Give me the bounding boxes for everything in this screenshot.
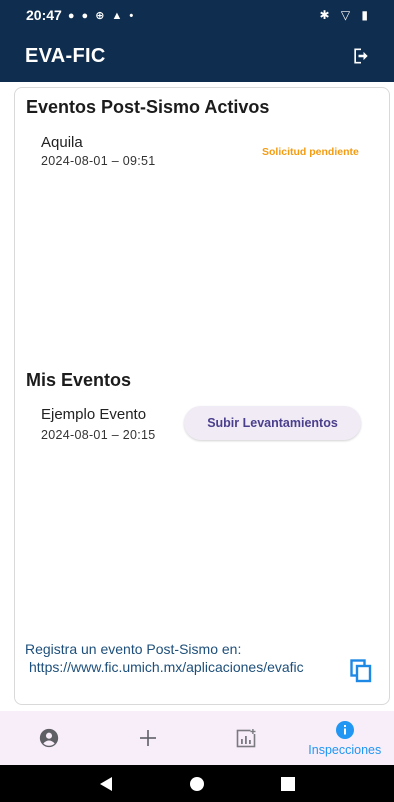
nav-item-add[interactable] — [99, 711, 198, 765]
upload-surveys-button[interactable]: Subir Levantamientos — [184, 406, 361, 440]
register-event-info: Registra un evento Post-Sismo en: https:… — [25, 640, 325, 676]
bottom-navigation: Inspecciones — [0, 711, 394, 765]
add-icon — [139, 730, 156, 746]
event-name: Aquila — [41, 134, 83, 151]
app-bar: EVA-FIC — [0, 30, 394, 82]
home-icon[interactable] — [182, 769, 212, 799]
back-icon[interactable] — [91, 769, 121, 799]
nav-item-inspections[interactable]: Inspecciones — [296, 711, 394, 765]
nav-item-account[interactable] — [0, 711, 99, 765]
notification-icons: ● ● ⊕ ▲ • — [67, 9, 136, 22]
recents-icon[interactable] — [273, 769, 303, 799]
nav-label-inspections: Inspecciones — [308, 742, 382, 757]
copy-icon[interactable] — [350, 659, 374, 683]
status-bar-left: 20:47 ● ● ⊕ ▲ • — [26, 7, 135, 23]
register-event-text: Registra un evento Post-Sismo en: — [25, 641, 242, 657]
app-title: EVA-FIC — [25, 44, 106, 67]
status-time: 20:47 — [26, 7, 62, 23]
events-card: Eventos Post-Sismo Activos Aquila 2024-0… — [14, 87, 390, 705]
event-date: 2024-08-01 – 20:15 — [41, 428, 156, 442]
event-name: Ejemplo Evento — [41, 406, 147, 423]
status-bar: 20:47 ● ● ⊕ ▲ • ✱ ▽ ▮ — [0, 0, 394, 30]
logout-icon[interactable] — [350, 45, 372, 67]
account-icon — [40, 728, 59, 748]
active-events-title: Eventos Post-Sismo Activos — [26, 97, 270, 117]
register-event-url[interactable]: https://www.fic.umich.mx/aplicaciones/ev… — [25, 658, 325, 676]
system-status-icons: ✱ ▽ ▮ — [319, 8, 372, 22]
info-icon — [335, 720, 354, 739]
my-events-title: Mis Eventos — [26, 370, 132, 390]
analytics-icon — [236, 729, 256, 748]
system-navigation-bar — [0, 765, 394, 802]
event-date: 2024-08-01 – 09:51 — [41, 154, 156, 168]
nav-item-analytics[interactable] — [197, 711, 296, 765]
status-badge: Solicitud pendiente — [262, 146, 359, 158]
